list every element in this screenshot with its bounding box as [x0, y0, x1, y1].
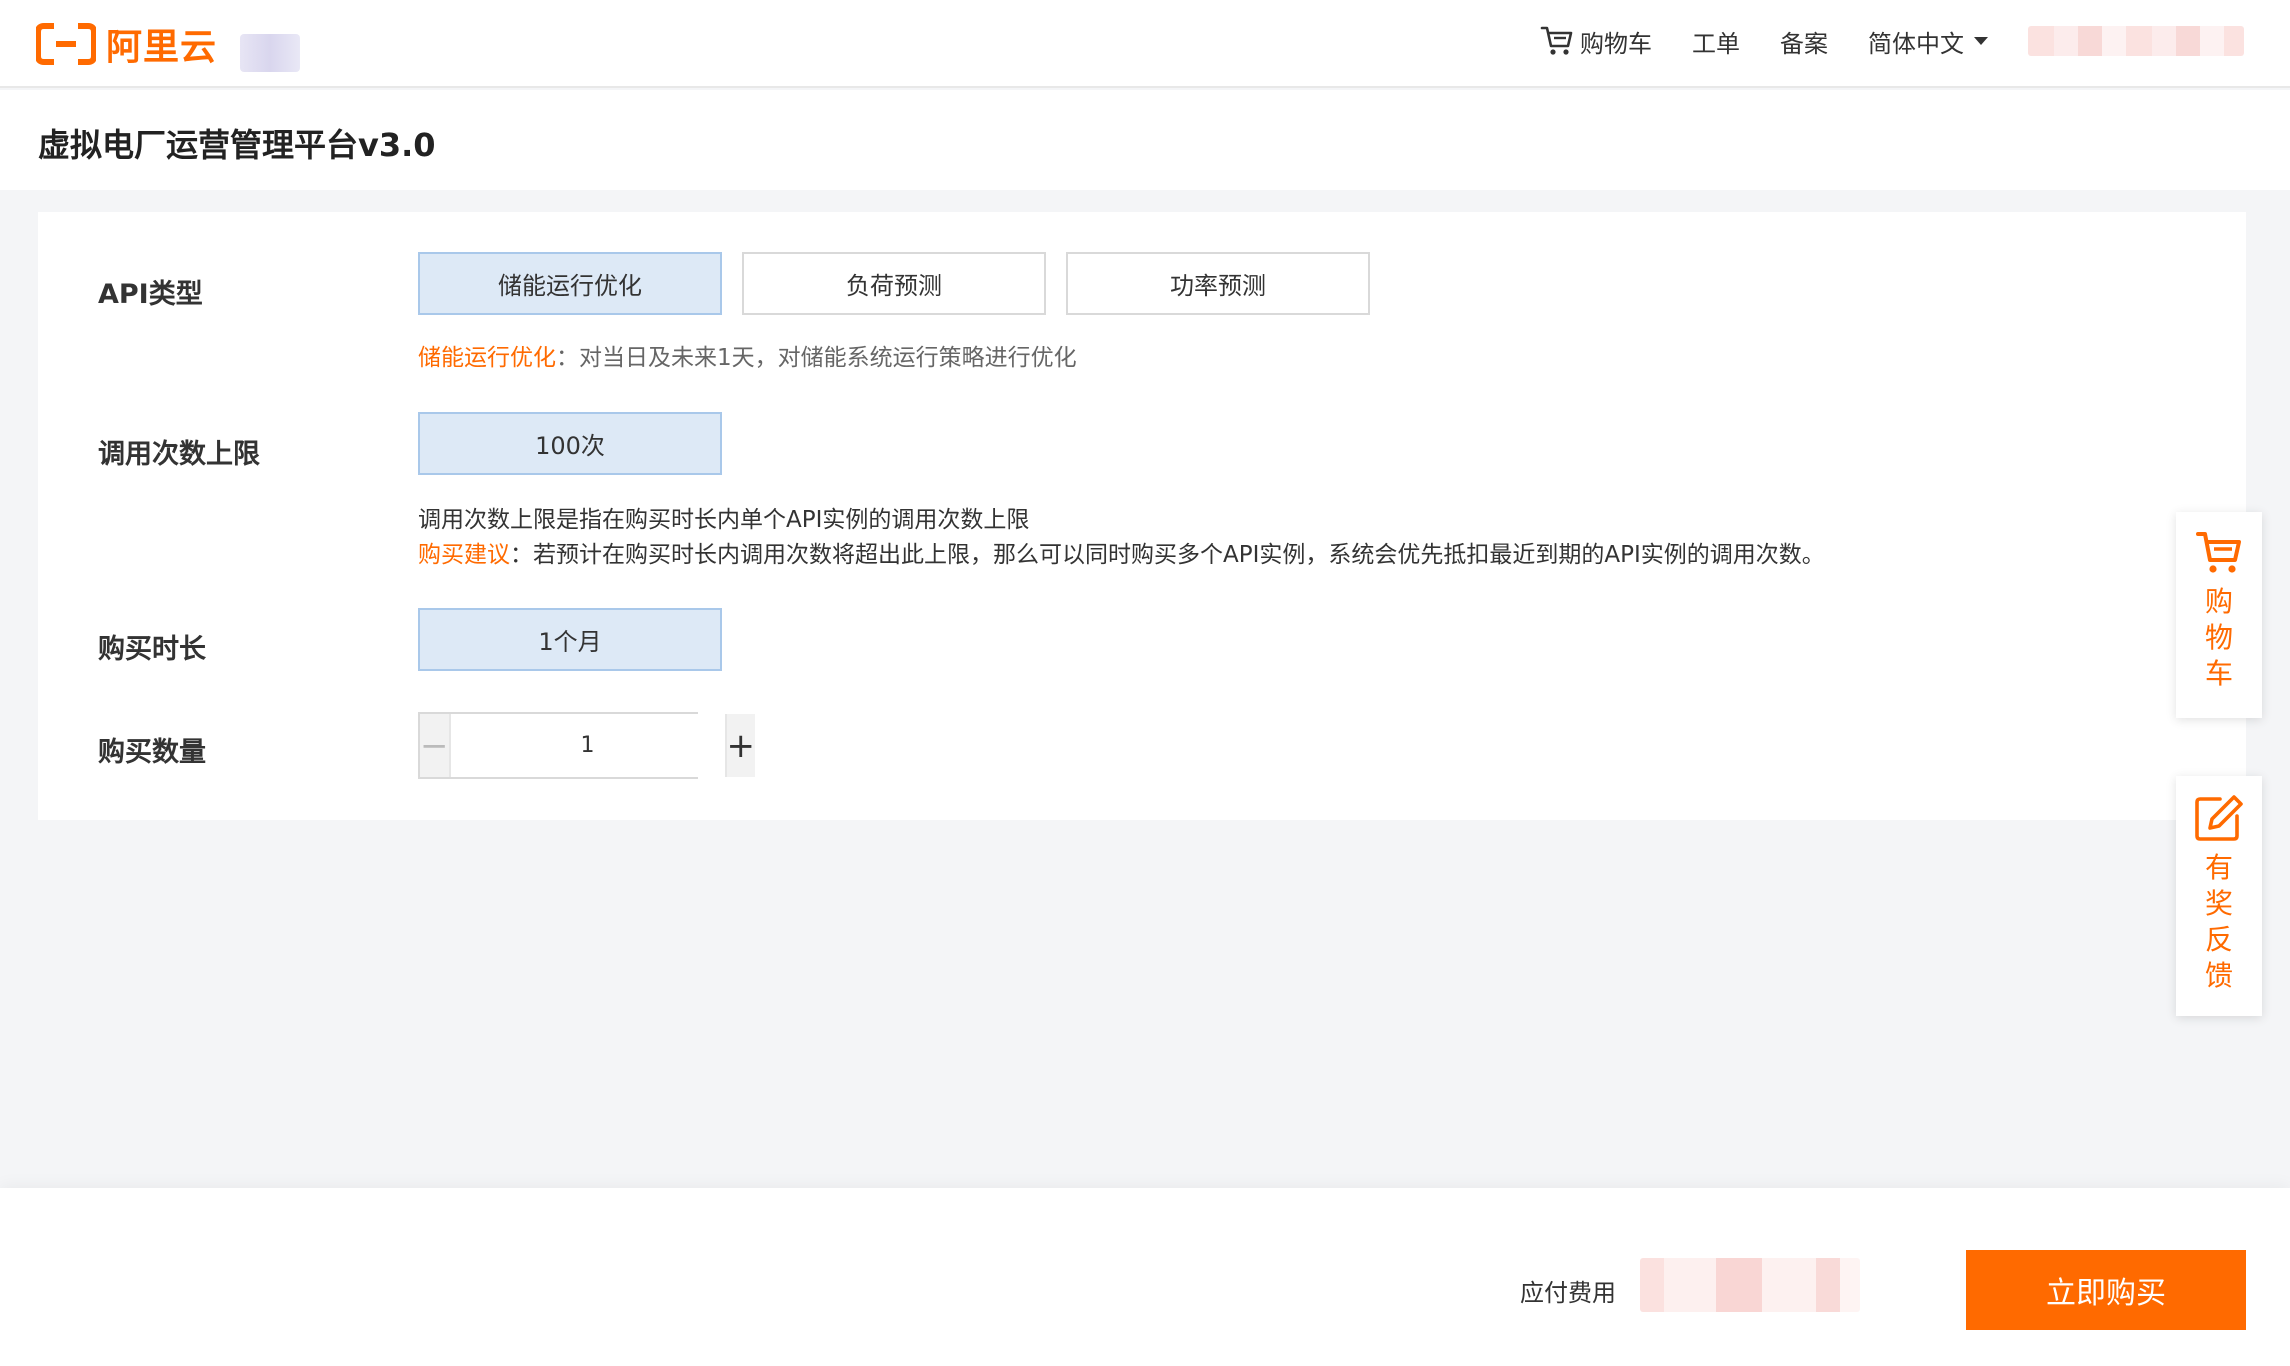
purchase-advice-highlight: 购买建议 — [418, 542, 510, 568]
float-feedback-char: 馈 — [2204, 959, 2233, 992]
fee-label: 应付费用 — [1520, 1279, 1616, 1307]
call-limit-option[interactable]: 100次 — [418, 412, 722, 475]
page-title: 虚拟电厂运营管理平台v3.0 — [38, 126, 436, 164]
api-type-desc-highlight: 储能运行优化 — [418, 345, 556, 371]
purchase-advice: 购买建议：若预计在购买时长内调用次数将超出此上限，那么可以同时购买多个API实例… — [418, 535, 1825, 569]
api-type-description: 储能运行优化：对当日及未来1天，对储能系统运行策略进行优化 — [418, 338, 1077, 372]
api-type-option-load-forecast[interactable]: 负荷预测 — [742, 252, 1046, 315]
edit-icon — [2195, 795, 2243, 841]
language-label: 简体中文 — [1868, 29, 1964, 58]
quantity-input[interactable] — [450, 714, 725, 777]
float-cart-char: 车 — [2204, 657, 2233, 690]
nav-filing[interactable]: 备案 — [1780, 24, 1828, 59]
chevron-down-icon — [1974, 37, 1988, 45]
call-limit-label: 调用次数上限 — [98, 439, 260, 470]
cart-icon — [2196, 532, 2241, 573]
buy-now-button[interactable]: 立即购买 — [1966, 1250, 2246, 1330]
float-cart-char: 购 — [2204, 585, 2233, 618]
api-type-desc-text: ：对当日及未来1天，对储能系统运行策略进行优化 — [556, 345, 1077, 371]
top-nav: 购物车 工单 备案 简体中文 — [1540, 0, 2290, 82]
api-type-option-storage-optimization[interactable]: 储能运行优化 — [418, 252, 722, 315]
brand-name: 阿里云 — [106, 27, 218, 68]
title-bar: 虚拟电厂运营管理平台v3.0 — [0, 90, 2290, 190]
float-feedback-button[interactable]: 有 奖 反 馈 — [2176, 776, 2262, 1016]
language-selector[interactable]: 简体中文 — [1868, 24, 1988, 59]
call-limit-description: 调用次数上限是指在购买时长内单个API实例的调用次数上限 — [418, 507, 1030, 533]
aliyun-logo-icon — [36, 23, 96, 65]
duration-label: 购买时长 — [98, 634, 206, 665]
increment-button[interactable]: + — [724, 714, 755, 777]
blurred-fee-amount — [1640, 1258, 1860, 1312]
purchase-advice-text: ：若预计在购买时长内调用次数将超出此上限，那么可以同时购买多个API实例，系统会… — [510, 542, 1825, 568]
purchase-form-panel: API类型 储能运行优化 负荷预测 功率预测 储能运行优化：对当日及未来1天，对… — [38, 212, 2246, 820]
float-feedback-label: 有 奖 反 馈 — [2204, 850, 2234, 994]
float-cart-button[interactable]: 购 物 车 — [2176, 512, 2262, 718]
float-feedback-char: 反 — [2204, 923, 2233, 956]
float-cart-char: 物 — [2204, 621, 2233, 654]
duration-option[interactable]: 1个月 — [418, 608, 722, 671]
float-feedback-char: 有 — [2204, 851, 2233, 884]
api-type-option-power-forecast[interactable]: 功率预测 — [1066, 252, 1370, 315]
aliyun-logo[interactable]: 阿里云 — [36, 18, 217, 70]
float-feedback-char: 奖 — [2204, 887, 2233, 920]
float-cart-label: 购 物 车 — [2204, 584, 2234, 692]
nav-tickets[interactable]: 工单 — [1692, 24, 1740, 59]
blurred-logo-suffix — [240, 34, 300, 72]
cart-icon — [1540, 26, 1573, 55]
blurred-user-account[interactable] — [2028, 26, 2244, 56]
nav-cart-label: 购物车 — [1580, 29, 1652, 58]
quantity-label: 购买数量 — [98, 737, 206, 768]
decrement-button[interactable]: − — [420, 714, 451, 777]
nav-cart[interactable]: 购物车 — [1540, 24, 1652, 59]
quantity-stepper: − + — [418, 712, 755, 779]
order-footer: 应付费用 立即购买 — [0, 1188, 2290, 1366]
top-navbar: 阿里云 购物车 工单 备案 简体中文 — [0, 0, 2290, 88]
api-type-label: API类型 — [98, 279, 203, 310]
